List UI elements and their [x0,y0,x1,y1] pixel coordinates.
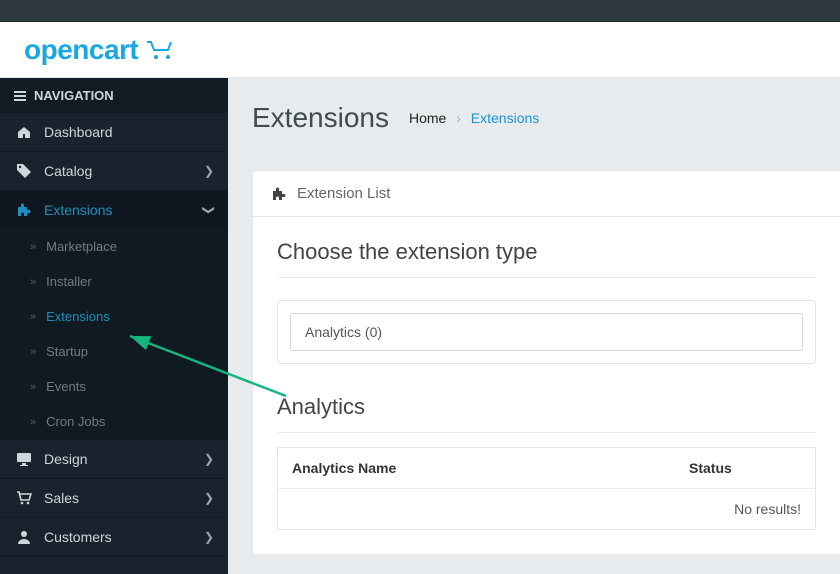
table-row: No results! [278,489,815,530]
main-content: Extensions Home › Extensions Extension L… [228,78,840,574]
double-chevron-icon: » [30,276,36,288]
col-status: Status [675,448,815,489]
submenu-label: Installer [46,274,92,289]
submenu-label: Marketplace [46,239,117,254]
chevron-right-icon: ❯ [204,491,214,505]
desktop-icon [16,451,34,467]
analytics-table-wrap: Analytics Name Status No results! [277,447,816,530]
submenu-item-installer[interactable]: » Installer [0,264,228,299]
page-heading: Extensions Home › Extensions [252,102,840,134]
choose-heading: Choose the extension type [277,239,816,278]
breadcrumb-current[interactable]: Extensions [471,110,539,126]
chevron-right-icon: ❯ [204,164,214,178]
header: opencart [0,22,840,78]
shopping-cart-icon [16,490,34,506]
sidebar-item-label: Customers [44,529,112,545]
chevron-right-icon: ❯ [204,530,214,544]
extension-type-select[interactable]: Analytics (0) [290,313,803,351]
cart-icon [146,40,178,60]
submenu-item-marketplace[interactable]: » Marketplace [0,229,228,264]
extension-type-select-wrap: Analytics (0) [277,300,816,364]
sidebar-item-extensions[interactable]: Extensions ❯ [0,191,228,229]
nav-title-text: NAVIGATION [34,88,114,103]
sidebar-item-design[interactable]: Design ❯ [0,440,228,478]
breadcrumb: Home › Extensions [409,110,539,126]
sidebar-item-label: Dashboard [44,124,113,140]
double-chevron-icon: » [30,381,36,393]
section-title: Analytics [277,394,816,433]
puzzle-icon [16,202,34,218]
chevron-right-icon: ❯ [204,452,214,466]
double-chevron-icon: » [30,416,36,428]
col-analytics-name: Analytics Name [278,448,675,489]
home-icon [16,124,34,140]
sidebar-item-label: Design [44,451,88,467]
panel-extension-list: Extension List Choose the extension type… [252,170,840,555]
no-results: No results! [278,489,815,530]
submenu-label: Extensions [46,309,110,324]
breadcrumb-separator: › [456,110,461,126]
submenu-label: Events [46,379,86,394]
sidebar-item-label: Sales [44,490,79,506]
nav-title: NAVIGATION [0,78,228,113]
submenu-item-events[interactable]: » Events [0,369,228,404]
sidebar-item-sales[interactable]: Sales ❯ [0,479,228,517]
top-bar [0,0,840,22]
double-chevron-icon: » [30,346,36,358]
sidebar-item-label: Catalog [44,163,92,179]
user-icon [16,529,34,545]
submenu-item-startup[interactable]: » Startup [0,334,228,369]
panel-heading-text: Extension List [297,185,390,202]
submenu-label: Cron Jobs [46,414,105,429]
double-chevron-icon: » [30,311,36,323]
sidebar-item-customers[interactable]: Customers ❯ [0,518,228,556]
sidebar-item-label: Extensions [44,202,112,218]
double-chevron-icon: » [30,241,36,253]
chevron-down-icon: ❯ [202,205,216,215]
sidebar-item-dashboard[interactable]: Dashboard [0,113,228,151]
logo[interactable]: opencart [24,34,178,66]
puzzle-icon [271,186,287,202]
page-title: Extensions [252,102,389,134]
tag-icon [16,163,34,179]
sidebar: NAVIGATION Dashboard Catalog ❯ [0,78,228,574]
submenu-item-extensions[interactable]: » Extensions [0,299,228,334]
submenu-label: Startup [46,344,88,359]
menu-icon [14,91,26,101]
logo-text: opencart [24,34,138,66]
sidebar-item-catalog[interactable]: Catalog ❯ [0,152,228,190]
submenu-item-cronjobs[interactable]: » Cron Jobs [0,404,228,439]
panel-heading: Extension List [253,171,840,217]
breadcrumb-home[interactable]: Home [409,110,446,126]
